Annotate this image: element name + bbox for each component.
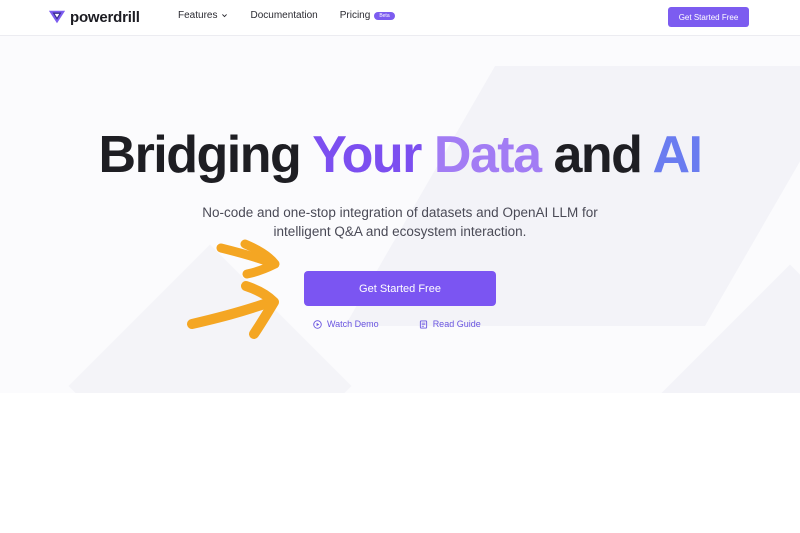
nav-item-label: Documentation <box>250 10 318 21</box>
hero-section: Bridging Your Data and AI No-code and on… <box>0 36 800 393</box>
nav-item-pricing[interactable]: Pricing Beta <box>340 10 395 21</box>
main-nav: Features Documentation Pricing Beta <box>178 10 417 21</box>
subtitle-line: intelligent Q&A and ecosystem interactio… <box>273 224 527 239</box>
get-started-nav-button[interactable]: Get Started Free <box>668 7 749 27</box>
headline-word-highlight: Data <box>433 126 542 184</box>
get-started-hero-button[interactable]: Get Started Free <box>304 271 496 306</box>
headline-word-highlight: Your <box>312 126 422 184</box>
beta-badge: Beta <box>374 11 395 20</box>
nav-item-documentation[interactable]: Documentation <box>250 10 317 21</box>
link-label: Read Guide <box>432 319 481 329</box>
link-label: Watch Demo <box>327 319 379 329</box>
document-icon <box>419 319 427 329</box>
brand-name: powerdrill <box>70 8 140 26</box>
hero-subtitle: No-code and one-stop integration of data… <box>0 203 800 241</box>
nav-item-features[interactable]: Features <box>178 10 228 21</box>
secondary-links: Watch Demo Read Guide <box>313 319 481 329</box>
subtitle-line: No-code and one-stop integration of data… <box>202 205 598 220</box>
chevron-down-icon <box>222 14 228 18</box>
nav-item-label: Pricing <box>339 10 371 21</box>
headline-word: Bridging <box>98 126 302 184</box>
headline-word: and <box>553 126 643 184</box>
nav-item-label: Features <box>178 10 218 21</box>
powerdrill-logo-icon <box>48 10 66 24</box>
headline-word-highlight: AI <box>652 126 703 184</box>
read-guide-link[interactable]: Read Guide <box>419 319 481 329</box>
watch-demo-link[interactable]: Watch Demo <box>313 319 379 329</box>
brand-logo[interactable]: powerdrill <box>48 8 140 26</box>
arrow-annotation-icon <box>187 281 279 339</box>
top-nav-bar: powerdrill Features Documentation Pricin… <box>0 0 800 36</box>
arrow-annotation-icon <box>216 239 280 279</box>
hero-headline: Bridging Your Data and AI <box>0 125 800 185</box>
play-circle-icon <box>313 319 322 329</box>
